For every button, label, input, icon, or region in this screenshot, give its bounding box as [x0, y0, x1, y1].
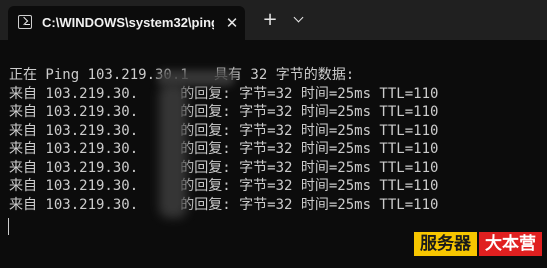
redaction-blur [159, 84, 187, 218]
text-cursor [8, 218, 9, 235]
terminal-icon [18, 15, 32, 29]
tab-title: C:\WINDOWS\system32\ping [42, 15, 214, 30]
ping-header: 正在 Ping 103.219.30.1 具有 32 字节的数据: [9, 67, 355, 83]
reply-line: 来自 103.219.30. 的回复: 字节=32 时间=25ms TTL=11… [9, 159, 439, 176]
watermark-right: 大本营 [479, 232, 542, 256]
terminal-output: 正在 Ping 103.219.30.1 具有 32 字节的数据: 来自 103… [9, 66, 545, 214]
title-bar: C:\WINDOWS\system32\ping ✕ + [0, 0, 547, 40]
reply-line: 来自 103.219.30. 的回复: 字节=32 时间=25ms TTL=11… [9, 141, 439, 157]
chevron-down-icon[interactable] [290, 10, 308, 30]
watermark-left: 服务器 [414, 232, 477, 256]
reply-line: 来自 103.219.30. 的回复: 字节=32 时间=25ms TTL=11… [9, 178, 439, 194]
close-icon[interactable]: ✕ [222, 13, 242, 33]
plus-icon[interactable]: + [259, 8, 281, 32]
reply-line: 来自 103.219.30. 的回复: 字节=32 时间=25ms TTL=11… [9, 104, 439, 120]
reply-line: 来自 103.219.30. 的回复: 字节=32 时间=25ms TTL=11… [9, 196, 439, 213]
reply-line: 来自 103.219.30. 的回复: 字节=32 时间=25ms TTL=11… [9, 122, 439, 139]
reply-line: 来自 103.219.30. 的回复: 字节=32 时间=25ms TTL=11… [9, 85, 439, 102]
terminal-tab[interactable]: C:\WINDOWS\system32\ping ✕ [8, 6, 245, 40]
